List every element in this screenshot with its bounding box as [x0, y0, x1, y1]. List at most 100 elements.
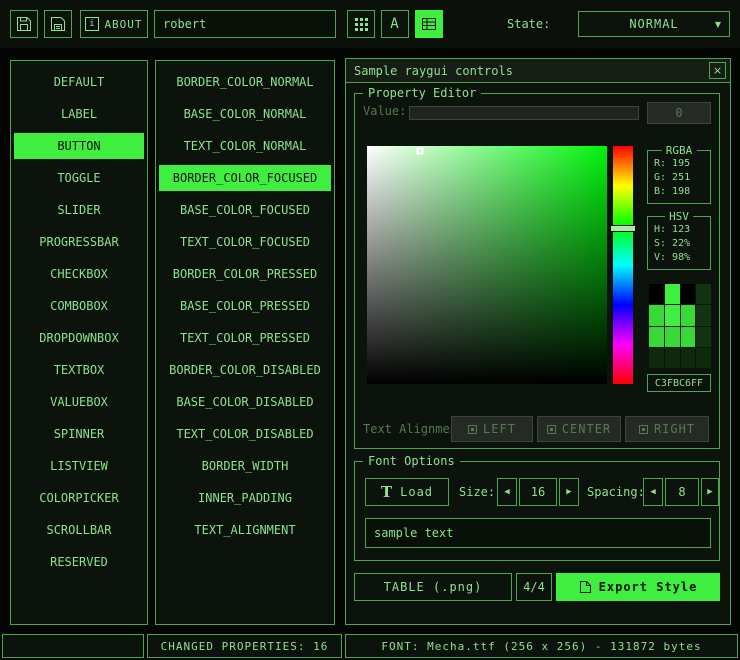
pages-box: 4/4: [516, 573, 552, 601]
color-swatch[interactable]: [649, 327, 664, 347]
color-picker-cursor[interactable]: [416, 147, 423, 154]
font-options-group: Font Options T Load Size: ◀ 16 ▶ Spacing…: [354, 461, 720, 561]
align-center-button[interactable]: CENTER: [537, 416, 621, 442]
spacing-decrease-button[interactable]: ◀: [643, 478, 663, 506]
hue-label: H:: [654, 223, 666, 237]
export-format-label: TABLE (.png): [384, 580, 483, 594]
color-swatch[interactable]: [665, 348, 680, 368]
grid-icon: [354, 17, 369, 32]
hsv-hue-row: H: 123: [648, 223, 710, 237]
controls-list-item[interactable]: COMBOBOX: [14, 293, 144, 319]
grid-view-button[interactable]: [347, 10, 375, 38]
hex-value-box[interactable]: C3FBC6FF: [647, 374, 711, 392]
state-dropdown[interactable]: NORMAL ▼: [578, 11, 730, 37]
color-swatch[interactable]: [681, 305, 696, 325]
controls-list-item[interactable]: TEXTBOX: [14, 357, 144, 383]
window-titlebar[interactable]: Sample raygui controls ×: [346, 59, 730, 83]
controls-list-item[interactable]: PROGRESSBAR: [14, 229, 144, 255]
value-box-text: 0: [675, 106, 682, 120]
save-style-as-button[interactable]: [44, 10, 72, 38]
properties-list-item[interactable]: TEXT_COLOR_FOCUSED: [159, 229, 331, 255]
spacing-value: 8: [678, 485, 685, 499]
controls-list-item[interactable]: SCROLLBAR: [14, 517, 144, 543]
color-picker-area[interactable]: [367, 146, 607, 384]
close-button[interactable]: ×: [709, 62, 726, 79]
rgba-red-row: R: 195: [648, 157, 710, 171]
align-right-button[interactable]: RIGHT: [625, 416, 709, 442]
color-swatch[interactable]: [696, 348, 711, 368]
controls-list-item[interactable]: VALUEBOX: [14, 389, 144, 415]
properties-list-item[interactable]: BORDER_COLOR_DISABLED: [159, 357, 331, 383]
color-swatch[interactable]: [649, 284, 664, 304]
info-icon: i: [85, 17, 99, 31]
properties-list-item[interactable]: INNER_PADDING: [159, 485, 331, 511]
properties-list-item[interactable]: TEXT_ALIGNMENT: [159, 517, 331, 543]
color-swatch[interactable]: [665, 327, 680, 347]
save-style-button[interactable]: [10, 10, 38, 38]
value-slider[interactable]: [409, 106, 639, 120]
export-style-button[interactable]: Export Style: [556, 573, 720, 601]
size-decrease-button[interactable]: ◀: [497, 478, 517, 506]
font-load-button[interactable]: T Load: [365, 478, 449, 506]
controls-list-item[interactable]: SPINNER: [14, 421, 144, 447]
export-icon: [579, 580, 592, 594]
font-view-button[interactable]: A: [381, 10, 409, 38]
align-left-button[interactable]: LEFT: [451, 416, 533, 442]
color-swatch[interactable]: [649, 348, 664, 368]
size-value: 16: [531, 485, 545, 499]
color-swatch[interactable]: [681, 327, 696, 347]
color-swatch[interactable]: [649, 305, 664, 325]
properties-list-item[interactable]: BASE_COLOR_FOCUSED: [159, 197, 331, 223]
color-swatch[interactable]: [665, 305, 680, 325]
spacing-value-box[interactable]: 8: [665, 478, 699, 506]
properties-list-item[interactable]: BORDER_COLOR_PRESSED: [159, 261, 331, 287]
properties-list-item[interactable]: BORDER_COLOR_NORMAL: [159, 69, 331, 95]
red-value: 195: [672, 157, 690, 171]
controls-list-item[interactable]: LISTVIEW: [14, 453, 144, 479]
properties-list-item[interactable]: BASE_COLOR_DISABLED: [159, 389, 331, 415]
color-swatch[interactable]: [696, 284, 711, 304]
rgba-green-row: G: 251: [648, 171, 710, 185]
color-swatch[interactable]: [665, 284, 680, 304]
controls-list-item[interactable]: BUTTON: [14, 133, 144, 159]
toolbar: i ABOUT A State: NORMAL ▼: [0, 0, 740, 48]
properties-list-item[interactable]: BASE_COLOR_PRESSED: [159, 293, 331, 319]
style-name-input[interactable]: [154, 10, 336, 38]
controls-list-item[interactable]: LABEL: [14, 101, 144, 127]
font-info-text: FONT: Mecha.ttf (256 x 256) - 131872 byt…: [381, 640, 701, 653]
value-box[interactable]: 0: [647, 102, 711, 124]
color-swatch[interactable]: [681, 284, 696, 304]
color-swatch[interactable]: [696, 305, 711, 325]
size-increase-button[interactable]: ▶: [559, 478, 579, 506]
changed-properties-text: CHANGED PROPERTIES: 16: [161, 640, 329, 653]
hue-slider-handle[interactable]: [610, 225, 636, 232]
hue-slider[interactable]: [613, 146, 633, 384]
text-alignment-label: Text Alignment: [363, 422, 464, 436]
color-swatch[interactable]: [681, 348, 696, 368]
controls-list-item[interactable]: DROPDOWNBOX: [14, 325, 144, 351]
size-value-box[interactable]: 16: [519, 478, 557, 506]
controls-list-item[interactable]: TOGGLE: [14, 165, 144, 191]
table-view-button[interactable]: [415, 10, 443, 38]
properties-list-item[interactable]: BORDER_COLOR_FOCUSED: [159, 165, 331, 191]
export-format-button[interactable]: TABLE (.png): [354, 573, 512, 601]
val-label: V:: [654, 251, 666, 265]
align-right-icon: [639, 425, 648, 434]
properties-list-item[interactable]: TEXT_COLOR_PRESSED: [159, 325, 331, 351]
properties-list-item[interactable]: BASE_COLOR_NORMAL: [159, 101, 331, 127]
properties-list-item[interactable]: TEXT_COLOR_NORMAL: [159, 133, 331, 159]
controls-list: DEFAULT LABEL BUTTON TOGGLE SLIDER PROGRESSBA…: [10, 60, 148, 625]
color-swatch[interactable]: [696, 327, 711, 347]
controls-list-item[interactable]: COLORPICKER: [14, 485, 144, 511]
align-left-label: LEFT: [483, 422, 516, 436]
spacing-increase-button[interactable]: ▶: [701, 478, 719, 506]
properties-list-item[interactable]: TEXT_COLOR_DISABLED: [159, 421, 331, 447]
controls-list-item[interactable]: SLIDER: [14, 197, 144, 223]
about-button[interactable]: i ABOUT: [80, 10, 148, 38]
controls-list-item[interactable]: CHECKBOX: [14, 261, 144, 287]
properties-list-item[interactable]: BORDER_WIDTH: [159, 453, 331, 479]
sample-text-input[interactable]: [365, 518, 711, 548]
controls-list-item[interactable]: RESERVED: [14, 549, 144, 575]
controls-list-item[interactable]: DEFAULT: [14, 69, 144, 95]
val-value: 98%: [672, 251, 690, 265]
